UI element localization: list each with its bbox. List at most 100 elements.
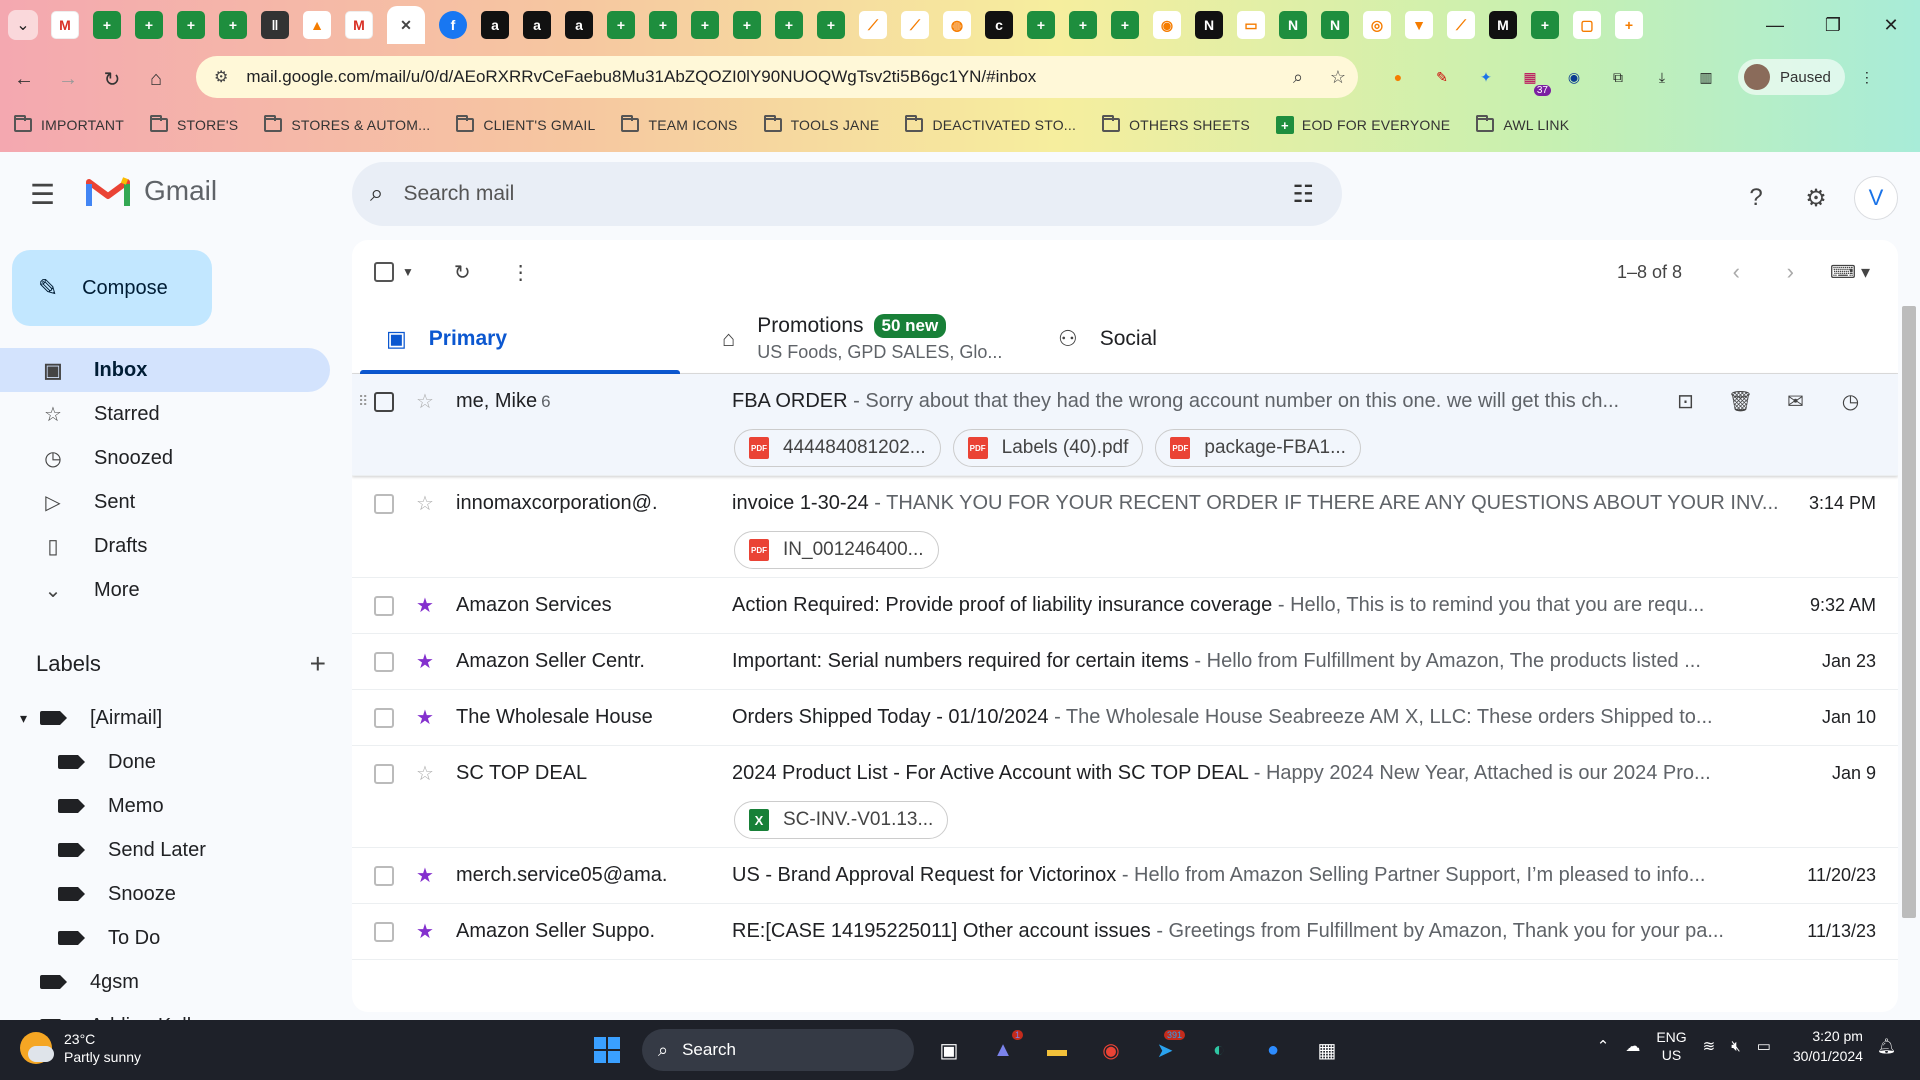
tab-app[interactable]: ▭ bbox=[1237, 11, 1265, 39]
tab-app[interactable]: M bbox=[1489, 11, 1517, 39]
bookmark-item[interactable]: AWL LINK bbox=[1476, 115, 1569, 133]
label-item[interactable]: Adding Kell... bbox=[0, 1004, 340, 1020]
select-dropdown-icon[interactable]: ▼ bbox=[402, 265, 414, 279]
refresh-icon[interactable]: ↻ bbox=[454, 260, 471, 285]
help-icon[interactable]: ? bbox=[1730, 172, 1782, 224]
settings-gear-icon[interactable]: ⚙ bbox=[1790, 172, 1842, 224]
bookmark-item[interactable]: STORE'S bbox=[149, 115, 238, 133]
tab-sheets[interactable]: + bbox=[1027, 11, 1055, 39]
notification-bell-icon[interactable]: 🔔︎ bbox=[1877, 1037, 1896, 1055]
delete-icon[interactable]: 🗑︎ bbox=[1713, 389, 1768, 414]
forward-icon[interactable]: → bbox=[48, 59, 88, 99]
clock[interactable]: 3:20 pm 30/01/2024 bbox=[1793, 1026, 1863, 1066]
tab-app[interactable]: ‖ bbox=[261, 11, 289, 39]
bookmark-item[interactable]: + EOD FOR EVERYONE bbox=[1275, 116, 1450, 134]
tab-social[interactable]: ⚇ Social bbox=[1024, 304, 1360, 373]
email-row[interactable]: ☆ innomaxcorporation@. invoice 1-30-24 - T… bbox=[352, 476, 1898, 578]
tab-facebook[interactable]: f bbox=[439, 11, 467, 39]
tab-gmail[interactable]: M bbox=[51, 11, 79, 39]
tab-sheets[interactable]: + bbox=[1111, 11, 1139, 39]
email-checkbox[interactable] bbox=[374, 493, 394, 514]
email-checkbox[interactable] bbox=[374, 707, 394, 728]
profile-button[interactable]: Paused bbox=[1738, 59, 1845, 95]
tab-app[interactable]: ▢ bbox=[1573, 11, 1601, 39]
reload-icon[interactable]: ↻ bbox=[92, 59, 132, 99]
bookmark-item[interactable]: CLIENT'S GMAIL bbox=[456, 115, 595, 133]
sidebar-item-drafts[interactable]: ▯ Drafts bbox=[0, 524, 330, 568]
label-item[interactable]: 4gsm bbox=[0, 960, 340, 1004]
email-row[interactable]: ☆ SC TOP DEAL 2024 Product List - For Acti… bbox=[352, 746, 1898, 848]
input-tools-icon[interactable]: ⌨ ▾ bbox=[1830, 262, 1870, 283]
star-icon[interactable]: ☆ bbox=[416, 491, 438, 516]
star-icon[interactable]: ★ bbox=[416, 919, 438, 944]
attachment-chip[interactable]: PDF package-FBA1... bbox=[1155, 429, 1361, 467]
email-checkbox[interactable] bbox=[374, 865, 394, 886]
battery-icon[interactable]: ▭ bbox=[1757, 1037, 1771, 1055]
next-page-icon[interactable]: › bbox=[1787, 259, 1794, 285]
tab-app[interactable]: N bbox=[1195, 11, 1223, 39]
tab-amazon[interactable]: a bbox=[523, 11, 551, 39]
bookmark-item[interactable]: IMPORTANT bbox=[14, 115, 124, 133]
tab-primary[interactable]: ▣ Primary bbox=[352, 304, 688, 374]
tab-app[interactable]: ◎ bbox=[1363, 11, 1391, 39]
tab-gmail[interactable]: M bbox=[345, 11, 373, 39]
email-checkbox[interactable] bbox=[374, 595, 394, 616]
star-icon[interactable]: ☆ bbox=[416, 389, 438, 414]
tab-app[interactable]: N bbox=[1321, 11, 1349, 39]
tab-amazon[interactable]: a bbox=[565, 11, 593, 39]
tab-app[interactable]: ◉ bbox=[1153, 11, 1181, 39]
download-icon[interactable]: ⤓ bbox=[1647, 62, 1677, 92]
extension-icon[interactable]: ● bbox=[1383, 62, 1413, 92]
extension-icon[interactable]: ✦ bbox=[1471, 62, 1501, 92]
email-checkbox[interactable] bbox=[374, 391, 394, 412]
tab-amazon[interactable]: a bbox=[481, 11, 509, 39]
address-bar[interactable]: ⚙ mail.google.com/mail/u/0/d/AEoRXRRvCeF… bbox=[196, 56, 1358, 98]
file-explorer-icon[interactable]: ▬ bbox=[1035, 1028, 1079, 1072]
email-row[interactable]: ★ Amazon Seller Centr. Important: Serial n… bbox=[352, 634, 1898, 690]
search-icon[interactable]: ⌕ bbox=[370, 180, 383, 208]
label-item[interactable]: To Do bbox=[0, 916, 340, 960]
email-row[interactable]: ★ Amazon Services Action Required: Provide… bbox=[352, 578, 1898, 634]
puzzle-icon[interactable]: ⧉ bbox=[1603, 62, 1633, 92]
search-bar[interactable]: ⌕ Search mail ☷ bbox=[352, 162, 1342, 226]
tab-sheets[interactable]: + bbox=[733, 11, 761, 39]
account-avatar[interactable]: V bbox=[1854, 176, 1898, 220]
chrome-icon[interactable]: ◉ bbox=[1089, 1028, 1133, 1072]
bookmark-item[interactable]: STORES & AUTOM... bbox=[264, 115, 430, 133]
extension-icon[interactable]: ▦ 37 bbox=[1515, 62, 1551, 96]
label-item[interactable]: ▾ [Airmail] bbox=[0, 696, 340, 740]
email-checkbox[interactable] bbox=[374, 921, 394, 942]
tab-sheets[interactable]: + bbox=[607, 11, 635, 39]
label-item[interactable]: Snooze bbox=[0, 872, 340, 916]
bookmark-item[interactable]: TEAM ICONS bbox=[621, 115, 737, 133]
teams-icon[interactable]: ▲ 1 bbox=[981, 1028, 1025, 1072]
telegram-icon[interactable]: ➤ 391 bbox=[1143, 1028, 1187, 1072]
weather-widget[interactable]: 23°C Partly sunny bbox=[20, 1030, 141, 1066]
star-icon[interactable]: ☆ bbox=[416, 761, 438, 786]
tab-sheets[interactable]: + bbox=[649, 11, 677, 39]
search-input[interactable]: Search mail bbox=[403, 182, 1292, 206]
email-row[interactable]: ★ Amazon Seller Suppo. RE:[CASE 1419522501… bbox=[352, 904, 1898, 960]
tab-search-button[interactable]: ⌄ bbox=[8, 10, 38, 40]
tab-sheets[interactable]: + bbox=[1531, 11, 1559, 39]
tab-sheets[interactable]: + bbox=[817, 11, 845, 39]
tab-app[interactable]: N bbox=[1279, 11, 1307, 39]
zoom-app-icon[interactable]: ● bbox=[1251, 1028, 1295, 1072]
tab-sheets[interactable]: + bbox=[177, 11, 205, 39]
restore-icon[interactable]: ❐ bbox=[1804, 0, 1862, 50]
tab-app[interactable]: ⟋ bbox=[1447, 11, 1475, 39]
sidebar-item-inbox[interactable]: ▣ Inbox bbox=[0, 348, 330, 392]
tab-app[interactable]: ⟋ bbox=[901, 11, 929, 39]
tray-overflow-icon[interactable]: ⌃ bbox=[1597, 1037, 1610, 1055]
zoom-icon[interactable]: ⌕ bbox=[1278, 67, 1318, 88]
edge-icon[interactable]: ◐ bbox=[1197, 1028, 1241, 1072]
main-menu-icon[interactable]: ☰ bbox=[30, 178, 55, 211]
tab-app[interactable]: c bbox=[985, 11, 1013, 39]
taskbar-search[interactable]: ⌕ Search bbox=[642, 1029, 914, 1071]
archive-icon[interactable]: ⊡ bbox=[1658, 389, 1713, 414]
mark-unread-icon[interactable]: ✉ bbox=[1768, 389, 1823, 414]
star-icon[interactable]: ★ bbox=[416, 705, 438, 730]
menu-dots-icon[interactable]: ⋮ bbox=[1852, 62, 1882, 92]
tab-app[interactable]: ⟋ bbox=[859, 11, 887, 39]
snooze-icon[interactable]: ◷ bbox=[1823, 389, 1878, 414]
